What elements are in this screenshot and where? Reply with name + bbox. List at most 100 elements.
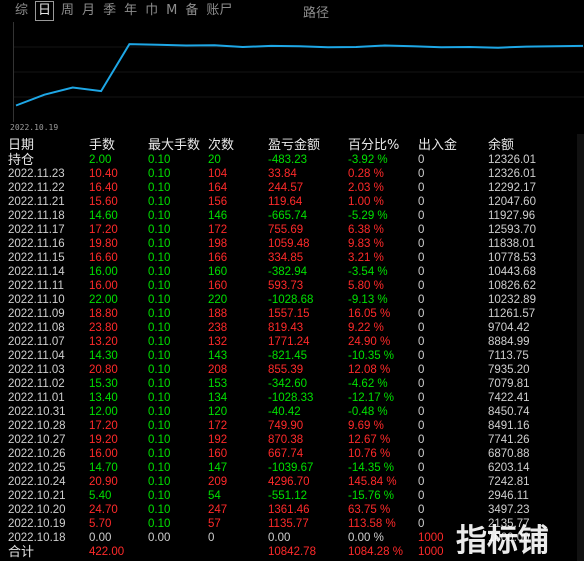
cell-count: 20: [208, 154, 221, 166]
tab-3[interactable]: 月: [81, 2, 96, 20]
cell-date: 2022.10.24: [8, 476, 66, 488]
header-pl: 盈亏金额: [268, 138, 321, 153]
cell-count: 134: [208, 392, 228, 404]
cell-date: 2022.11.04: [8, 350, 65, 362]
cell-balance: 7422.41: [488, 392, 530, 404]
cell-lots: 20.80: [89, 364, 118, 376]
cell-balance: 7242.81: [488, 476, 530, 488]
cell-pl: 855.39: [268, 364, 304, 376]
cell-pl: 749.90: [268, 420, 304, 432]
tab-0[interactable]: 综: [14, 2, 29, 20]
cell-balance: 12047.60: [488, 196, 536, 208]
cell-count: 164: [208, 182, 228, 194]
cell-date: 2022.10.28: [8, 420, 66, 432]
cell-pl: 4296.70: [268, 476, 310, 488]
cell-pl: 244.57: [268, 182, 304, 194]
cell-date: 2022.11.03: [8, 364, 65, 376]
table-row: 2022.11.01 13.40 0.10 134 -1028.33 -12.17 % 0 7…: [0, 391, 584, 405]
cell-lots: 16.00: [89, 448, 118, 460]
cell-lots: 19.20: [89, 434, 118, 446]
cell-max-lots: 0.10: [148, 518, 171, 530]
cell-count: 209: [208, 476, 228, 488]
cell-pct: 6.38 %: [348, 224, 384, 236]
cell-io: 0: [418, 336, 425, 348]
cell-io: 0: [418, 462, 425, 474]
tab-9[interactable]: 账尸: [205, 2, 233, 20]
cell-date: 2022.11.15: [8, 252, 65, 264]
cell-io: 0: [418, 266, 425, 278]
cell-lots: 17.20: [89, 224, 118, 236]
tab-7[interactable]: M: [165, 2, 178, 20]
right-edge-strip: [577, 134, 584, 561]
cell-count: 220: [208, 294, 228, 306]
cell-pct: -5.29 %: [348, 210, 388, 222]
cell-pl: -1039.67: [268, 462, 314, 474]
cell-max-lots: 0.10: [148, 210, 171, 222]
cell-pct: -3.92 %: [348, 154, 388, 166]
table-row: 2022.10.28 17.20 0.10 172 749.90 9.69 % 0 8491.…: [0, 419, 584, 433]
cell-max-lots: 0.10: [148, 462, 171, 474]
cell-count: 198: [208, 238, 228, 250]
cell-date: 2022.10.21: [8, 490, 66, 502]
cell-max-lots: 0.10: [148, 280, 171, 292]
cell-date: 2022.10.25: [8, 462, 66, 474]
cell-io: 0: [418, 434, 425, 446]
cell-max-lots: 0.10: [148, 476, 171, 488]
cell-lots: 16.60: [89, 252, 118, 264]
cell-io: 0: [418, 392, 425, 404]
tab-4[interactable]: 季: [102, 2, 117, 20]
cell-lots: 422.00: [89, 546, 125, 558]
cell-date: 2022.11.09: [8, 308, 65, 320]
tab-6[interactable]: 巾: [144, 2, 159, 20]
tab-8[interactable]: 备: [184, 2, 199, 20]
tab-2[interactable]: 周: [60, 2, 75, 20]
table-row: 2022.11.03 20.80 0.10 208 855.39 12.08 % 0 7935…: [0, 363, 584, 377]
cell-pl: 33.84: [268, 168, 297, 180]
cell-io: 0: [418, 154, 425, 166]
cell-pl: 334.85: [268, 252, 304, 264]
cell-date: 2022.11.18: [8, 210, 65, 222]
tab-1[interactable]: 日: [35, 1, 55, 21]
cell-lots: 14.70: [89, 462, 118, 474]
cell-io: 0: [418, 224, 425, 236]
cell-date: 2022.10.20: [8, 504, 66, 516]
cell-count: 208: [208, 364, 228, 376]
table-row: 2022.11.11 16.00 0.10 160 593.73 5.80 % 0 10826…: [0, 279, 584, 293]
cell-lots: 20.90: [89, 476, 118, 488]
cell-count: 172: [208, 420, 228, 432]
cell-pl: -1028.68: [268, 294, 314, 306]
chart-start-date: 2022.10.19: [10, 123, 59, 132]
cell-count: 166: [208, 252, 228, 264]
cell-date: 2022.11.17: [8, 224, 65, 236]
cell-lots: 16.40: [89, 182, 118, 194]
cell-count: 143: [208, 350, 228, 362]
cell-count: 104: [208, 168, 228, 180]
cell-lots: 13.40: [89, 392, 118, 404]
cell-pl: 0.00: [268, 532, 291, 544]
cell-date: 2022.10.27: [8, 434, 66, 446]
table-row: 2022.11.07 13.20 0.10 132 1771.24 24.90 % 0 888…: [0, 335, 584, 349]
cell-pl: 667.74: [268, 448, 304, 460]
cell-balance: 12593.70: [488, 224, 536, 236]
table-row: 2022.11.14 16.00 0.10 160 -382.94 -3.54 % 0 104…: [0, 265, 584, 279]
cell-pct: 12.08 %: [348, 364, 391, 376]
cell-date: 2022.11.10: [8, 294, 65, 306]
cell-pl: 1557.15: [268, 308, 310, 320]
watermark-logo: 指标铺: [456, 523, 549, 559]
tab-5[interactable]: 年: [123, 2, 138, 20]
cell-max-lots: 0.10: [148, 406, 171, 418]
watermark-text: 指标铺: [456, 523, 549, 559]
table-row: 2022.11.04 14.30 0.10 143 -821.45 -10.35 % 0 71…: [0, 349, 584, 363]
cell-lots: 17.20: [89, 420, 118, 432]
cell-pl: -342.60: [268, 378, 308, 390]
cell-io: 0: [418, 420, 425, 432]
cell-count: 120: [208, 406, 228, 418]
period-tab-bar: 综日周月季年巾 M 备账尸: [0, 0, 584, 22]
cell-io: 0: [418, 476, 425, 488]
cell-io: 0: [418, 490, 425, 502]
cell-date: 2022.10.26: [8, 448, 66, 460]
cell-date: 2022.10.18: [8, 532, 66, 544]
cell-pct: 10.76 %: [348, 448, 391, 460]
cell-pct: -15.76 %: [348, 490, 395, 502]
cell-pl: 1771.24: [268, 336, 310, 348]
